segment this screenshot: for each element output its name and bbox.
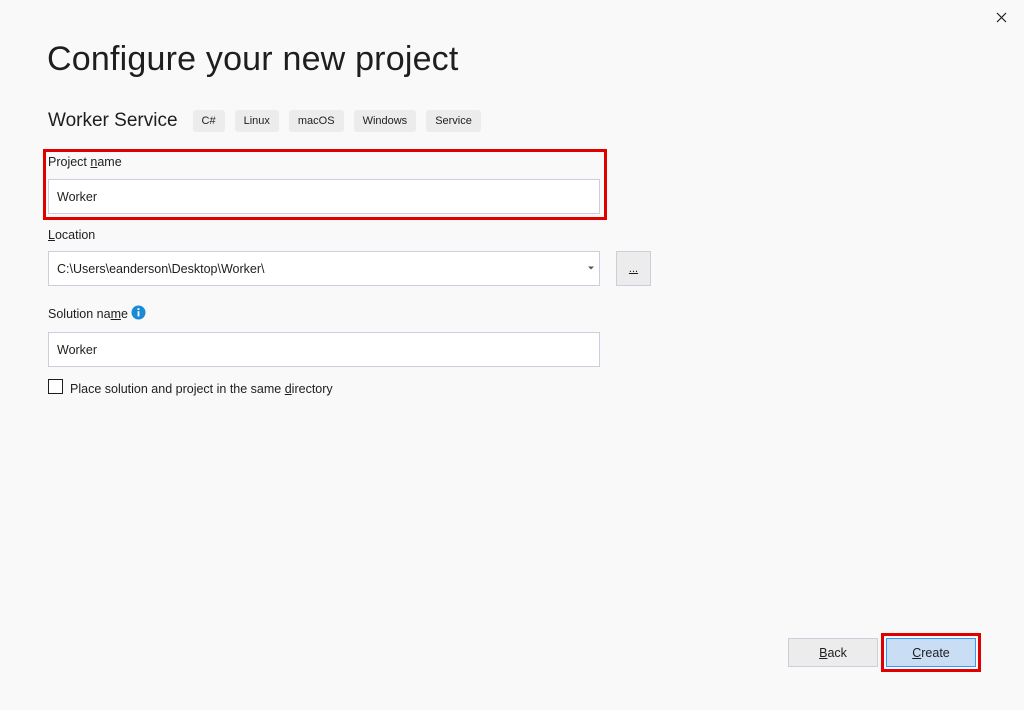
tag-service: Service bbox=[426, 110, 481, 132]
solution-name-value: Worker bbox=[57, 342, 98, 357]
same-directory-access-key: d bbox=[284, 382, 292, 396]
solution-name-label: Solution name bbox=[48, 307, 128, 321]
same-directory-label[interactable]: Place solution and project in the same d… bbox=[70, 382, 333, 396]
project-name-label: Project name bbox=[48, 155, 122, 169]
close-icon bbox=[996, 12, 1006, 22]
project-name-label-rest: ame bbox=[97, 155, 122, 169]
close-button[interactable] bbox=[986, 4, 1016, 30]
project-name-input[interactable]: Worker bbox=[48, 179, 600, 214]
create-button[interactable]: Create bbox=[886, 638, 976, 667]
browse-button-label: ... bbox=[628, 262, 639, 275]
location-label: Location bbox=[48, 228, 95, 242]
create-button-label: reate bbox=[921, 645, 950, 660]
solution-name-access-key: m bbox=[110, 307, 121, 321]
browse-button[interactable]: ... bbox=[616, 251, 651, 286]
location-label-text: ocation bbox=[54, 228, 96, 242]
template-row: Worker Service C# Linux macOS Windows Se… bbox=[48, 110, 481, 132]
page-title: Configure your new project bbox=[47, 40, 459, 78]
tag-csharp: C# bbox=[192, 110, 225, 132]
tag-macos: macOS bbox=[288, 110, 344, 132]
info-icon[interactable] bbox=[131, 305, 146, 320]
chevron-down-icon[interactable] bbox=[587, 265, 595, 271]
template-tags: C# Linux macOS Windows Service bbox=[192, 110, 481, 132]
location-combobox[interactable]: C:\Users\eanderson\Desktop\Worker\ bbox=[48, 251, 600, 286]
template-name: Worker Service bbox=[48, 110, 178, 131]
solution-name-input[interactable]: Worker bbox=[48, 332, 600, 367]
same-directory-checkbox[interactable] bbox=[48, 379, 63, 394]
solution-name-label-rest: e bbox=[120, 307, 128, 321]
back-button[interactable]: Back bbox=[788, 638, 878, 667]
location-access-key: L bbox=[48, 228, 55, 242]
location-value: C:\Users\eanderson\Desktop\Worker\ bbox=[57, 261, 265, 276]
tag-linux: Linux bbox=[234, 110, 279, 132]
back-access-key: B bbox=[819, 645, 828, 660]
project-name-label-text: Project bbox=[48, 155, 91, 169]
tag-windows: Windows bbox=[353, 110, 417, 132]
back-button-label: ack bbox=[827, 645, 847, 660]
same-directory-label-rest: irectory bbox=[291, 382, 333, 396]
solution-name-label-text: Solution na bbox=[48, 307, 111, 321]
same-directory-label-text: Place solution and project in the same bbox=[70, 382, 285, 396]
create-access-key: C bbox=[912, 645, 922, 660]
project-name-value: Worker bbox=[57, 189, 98, 204]
